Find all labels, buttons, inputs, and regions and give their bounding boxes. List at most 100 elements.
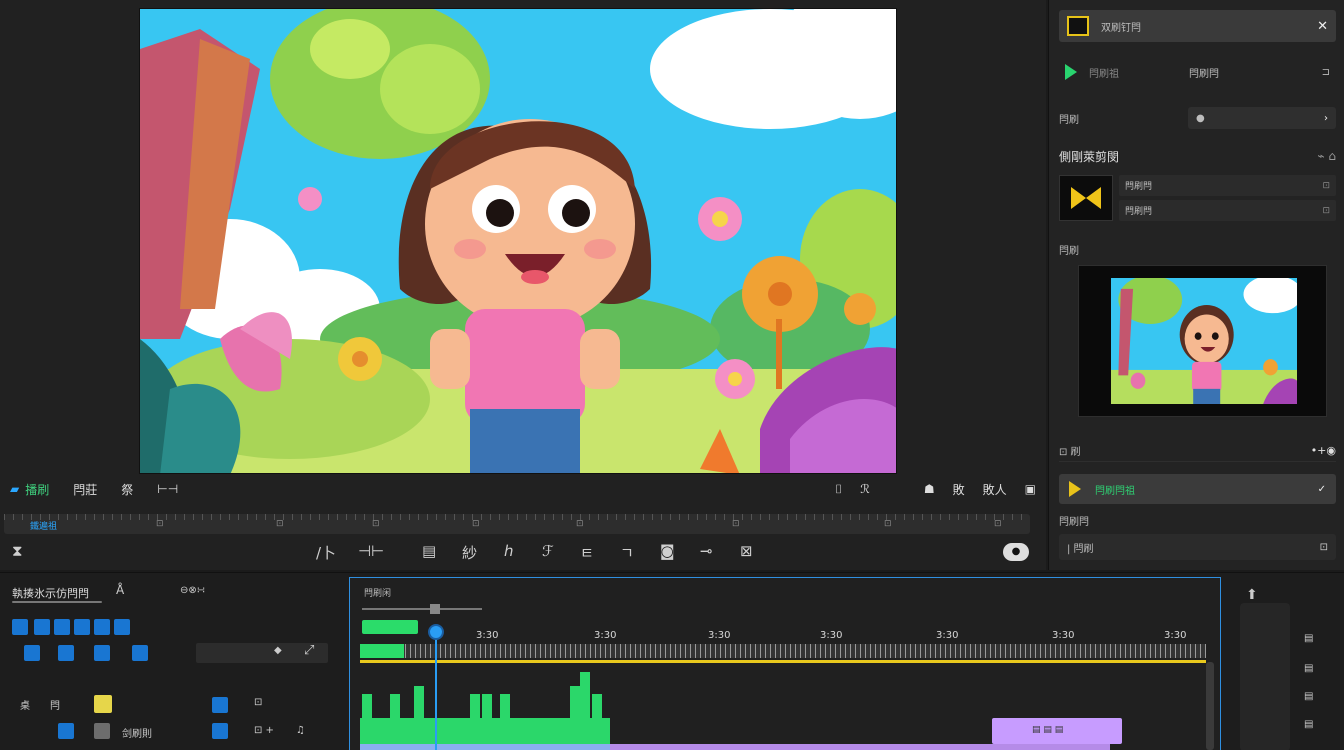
track-toggle[interactable] (58, 723, 74, 739)
video-preview-frame[interactable] (139, 8, 897, 474)
ruler-label: 3:30 (936, 630, 959, 641)
blue-audio-clip[interactable] (360, 744, 610, 750)
track-tool-button[interactable] (24, 645, 40, 661)
effects-tool-icon[interactable]: ℱ (542, 542, 554, 560)
track-target-button[interactable] (212, 697, 228, 713)
timeline-area: 執揍氷示仿閂閂 Å ⊖⊗∺ ◆ ⤢ 桌 閂 ⊡ 剑刷則 ⊡ + ♫ 閂刷闲 3:… (0, 572, 1344, 750)
track-tool-button[interactable] (58, 645, 74, 661)
timeline-scrollbar[interactable] (1206, 662, 1214, 750)
work-area-bar[interactable] (360, 660, 1206, 663)
ruler-label: 3:30 (476, 630, 499, 641)
section-title: 側剛萊剪閔 (1059, 149, 1120, 164)
razor-tool-icon[interactable]: /卜 (316, 542, 336, 563)
trim-tool-icon[interactable]: ⊣⊢ (358, 542, 384, 560)
frame-icon[interactable]: ⌷ (835, 482, 842, 497)
track-color-swatch[interactable] (94, 723, 110, 739)
field-icon[interactable]: ⊡ (1320, 542, 1328, 553)
fullscreen-icon[interactable]: ▣ (1025, 482, 1036, 496)
playhead-handle[interactable] (428, 624, 444, 640)
tab-4[interactable]: ⊢⊣ (157, 482, 178, 496)
record-button[interactable]: ● (1003, 543, 1029, 561)
scrub-mark: ⊡ (576, 519, 584, 529)
meter-icon[interactable]: ▤ (1304, 691, 1313, 702)
crop-tool-icon[interactable]: ㄱ (620, 542, 634, 563)
image-tool-icon[interactable]: ◙ (660, 542, 675, 560)
ruler-label: 3:30 (708, 630, 731, 641)
clip-field-2[interactable]: 閂刷閂 ⊡ (1119, 200, 1336, 221)
dropdown-label: 閂刷 (1059, 114, 1079, 126)
track-tool-button[interactable] (132, 645, 148, 661)
timeline-zoom-slider[interactable] (362, 604, 482, 614)
speaker-icon[interactable]: ◆ (274, 645, 282, 656)
tab-main[interactable]: 播刷 (25, 481, 49, 498)
font-icon[interactable]: Å (116, 583, 124, 597)
tab-2[interactable]: 閂莊 (73, 481, 97, 498)
timeline-panel[interactable]: 閂刷闲 3:30 3:30 3:30 3:30 3:30 3:30 3:30 ▤… (349, 577, 1221, 750)
sequence-chip[interactable] (362, 620, 418, 634)
expand-icon[interactable]: ⤢ (304, 643, 314, 658)
inspector-action-button[interactable]: 閂刷閂祖 ✓ (1059, 474, 1336, 504)
hand-tool-icon[interactable]: ℎ (504, 542, 514, 560)
tool-button[interactable] (12, 619, 28, 635)
play-icon[interactable] (1065, 64, 1077, 80)
section-controls[interactable]: ⌁ ⌂ (1317, 149, 1336, 163)
screen-icon[interactable]: ▰ (10, 482, 19, 496)
tab-3[interactable]: 祭 (121, 481, 133, 498)
text-tool-icon[interactable]: ㅌ (580, 542, 594, 563)
scrub-mark: ⊡ (994, 519, 1002, 529)
close-icon[interactable]: ✕ (1317, 19, 1328, 34)
in-point-marker[interactable] (360, 644, 404, 658)
audio-level-bar (482, 694, 492, 718)
play-label: 閂刷祖 (1089, 68, 1119, 80)
track-header-slider[interactable] (12, 601, 102, 603)
purple-video-clip[interactable]: ▤ ▤ ▤ (992, 718, 1122, 744)
chevron-right-icon: › (1324, 112, 1328, 124)
meter-icon[interactable]: ▤ (1304, 719, 1313, 730)
toolbar-right-3[interactable]: 敗 (953, 481, 965, 498)
marker-icon[interactable]: ⬆ (1246, 587, 1258, 603)
track-tool-button[interactable] (94, 645, 110, 661)
audio-level-bar (580, 672, 590, 718)
toolbar-right-4[interactable]: 敗人 (983, 481, 1007, 498)
overwrite-tool-icon[interactable]: 紗 (462, 542, 477, 563)
track-target-button[interactable] (212, 723, 228, 739)
meter-icon[interactable]: ▤ (1304, 663, 1313, 674)
edit-tools-bar: ⧗ /卜 ⊣⊢ ▤ 紗 ℎ ℱ ㅌ ㄱ ◙ ⊸ ⊠ ● (0, 538, 1046, 568)
snap-tool-icon[interactable]: ⧗ (12, 542, 23, 560)
bowtie-icon (1059, 175, 1113, 221)
link-tool-icon[interactable]: ⊸ (700, 542, 713, 560)
inspector-preview-thumbnail (1078, 265, 1327, 417)
dropdown-select[interactable]: ● › (1188, 107, 1336, 129)
tool-button[interactable] (54, 619, 70, 635)
green-video-clip[interactable] (360, 718, 610, 744)
playhead-line[interactable] (435, 628, 437, 750)
tool-button[interactable] (74, 619, 90, 635)
people-icon[interactable]: ☗ (924, 482, 935, 496)
time-value: •+◉ (1310, 444, 1336, 457)
preview-thumbnail-image (1111, 278, 1297, 404)
meter-icon[interactable]: ▤ (1304, 633, 1313, 644)
zoom-knob[interactable] (430, 604, 440, 614)
tool-button[interactable] (34, 619, 50, 635)
clip-field-1-value: ⊡ (1322, 180, 1330, 191)
scrub-bar[interactable]: 鐵遍祖 ⊡ ⊡ ⊡ ⊡ ⊡ ⊡ ⊡ ⊡ (4, 514, 1030, 534)
side-tool-panel (1240, 603, 1290, 750)
clip-field-1[interactable]: 閂刷閂 ⊡ (1119, 175, 1336, 196)
viewer-toolbar: ▰ 播刷 閂莊 祭 ⊢⊣ ⌷ ℛ ☗ 敗 敗人 ▣ (0, 476, 1046, 502)
scrub-mark: ⊡ (732, 519, 740, 529)
check-icon[interactable]: ✓ (1318, 484, 1326, 495)
inspector-text-field[interactable]: | 閂刷 ⊡ (1059, 534, 1336, 560)
scrub-mark: ⊡ (156, 519, 164, 529)
scrub-mark: ⊡ (372, 519, 380, 529)
track-label: 桌 (20, 701, 30, 712)
window-icon[interactable]: ⊐ (1322, 67, 1330, 78)
tool-button[interactable] (94, 619, 110, 635)
track-header-sub: ⊖⊗∺ (180, 585, 206, 596)
tool-button[interactable] (114, 619, 130, 635)
insert-tool-icon[interactable]: ▤ (422, 542, 436, 560)
purple-audio-clip[interactable] (610, 744, 1110, 750)
close-tool-icon[interactable]: ⊠ (740, 542, 753, 560)
timeline-ruler[interactable] (360, 644, 1206, 658)
cursor-icon[interactable]: ℛ (860, 482, 870, 496)
track-color-swatch[interactable] (94, 695, 112, 713)
